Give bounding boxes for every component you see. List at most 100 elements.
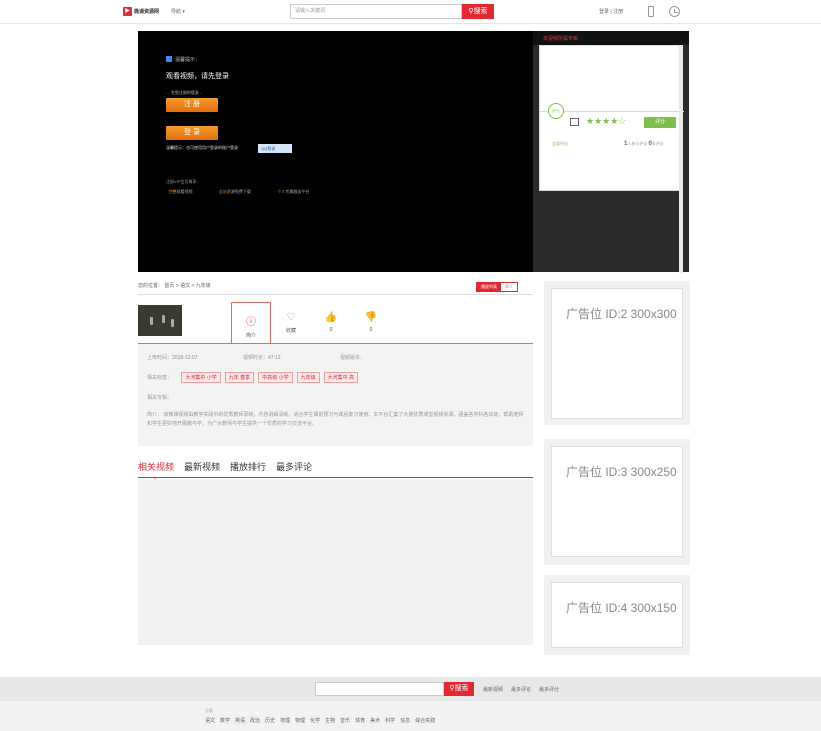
breadcrumb: 您的位置： 首页 > 语文 > 九年级 bbox=[138, 283, 211, 289]
top-bar: ▶ 微课资源网 导航 ▾ 请输入关键词 ⚲搜索 登录 | 注册 bbox=[0, 0, 821, 24]
footer-search-input[interactable] bbox=[315, 682, 444, 696]
switch-playlist[interactable]: 播放列表 bbox=[477, 283, 501, 291]
favorite-button[interactable]: ♡ 收藏 bbox=[271, 302, 311, 344]
dislike-button[interactable]: 👎 0 bbox=[351, 302, 391, 344]
meta-row: 视频时长：47:12 bbox=[243, 355, 281, 361]
playlist-panel: 本视频所属专辑 评分 ★★★★☆ 评分 全部评论 1人参与评论 0条评论 bbox=[533, 31, 689, 273]
ad-box[interactable]: 广告位 ID:2 300x300 bbox=[551, 288, 683, 419]
category-link[interactable]: 生物 bbox=[325, 717, 335, 724]
footer-search-button[interactable]: ⚲搜索 bbox=[444, 682, 474, 696]
info-icon bbox=[166, 56, 172, 62]
logo-text: 微课资源网 bbox=[134, 9, 160, 15]
rating-card: 评分 ★★★★☆ 评分 全部评论 1人参与评论 0条评论 bbox=[539, 45, 684, 191]
category-link[interactable]: 科学 bbox=[385, 717, 395, 724]
register-link[interactable]: 注册 bbox=[613, 9, 623, 15]
tag[interactable]: 九年级 bbox=[296, 372, 320, 383]
tab-latest[interactable]: 最新视频 bbox=[184, 458, 220, 477]
video-intro: 简介： 该微课视频由教学实践中的优秀教师录制，内容讲解清晰，适合学生课前预习与课… bbox=[147, 412, 524, 427]
mobile-icon[interactable] bbox=[648, 6, 654, 17]
tag[interactable]: 中高级 小学 bbox=[258, 372, 293, 383]
benefit-item: · 全站资源免费下载 bbox=[216, 189, 251, 194]
vip-benefits: · 完整观看视频 · 全站资源免费下载 · 个人专属服务平台 bbox=[166, 189, 309, 195]
register-button[interactable]: 注 册 bbox=[166, 98, 218, 112]
category-link[interactable]: 化学 bbox=[310, 717, 320, 724]
like-count: 0 bbox=[329, 327, 333, 333]
login-prompt-title: 观看视频，请先登录 bbox=[166, 73, 229, 80]
topic-row: 相关专辑： bbox=[147, 395, 173, 401]
login-tip: 温馨提示：也可使用用户登录的账户登录 bbox=[166, 145, 238, 150]
login-link[interactable]: 登录 bbox=[599, 9, 609, 15]
like-button[interactable]: 👍 0 bbox=[311, 302, 351, 344]
category-link[interactable]: 历史 bbox=[265, 717, 275, 724]
category-link[interactable]: 体育 bbox=[355, 717, 365, 724]
search-bar: 请输入关键词 ⚲搜索 bbox=[290, 4, 494, 19]
history-icon[interactable] bbox=[669, 6, 680, 17]
ad-slot: 广告位 ID:2 300x300 bbox=[544, 281, 690, 425]
duration: 47:12 bbox=[268, 355, 281, 361]
playlist-title: 本视频所属专辑 bbox=[543, 36, 579, 42]
qq-login-button[interactable]: QQ登录 bbox=[258, 144, 292, 153]
playlist-header: 本视频所属专辑 bbox=[533, 31, 689, 45]
video-player[interactable]: 温馨提示： 观看视频，请先登录 - - 先免注册的登录 - 注 册 登 录 温馨… bbox=[138, 31, 533, 272]
ad-label: 广告位 ID:2 300x300 bbox=[566, 307, 677, 321]
footer-search: ⚲搜索 bbox=[315, 682, 474, 696]
benefit-item: · 个人专属服务平台 bbox=[274, 189, 310, 194]
meta-row: 上传时间：2018-12-07 bbox=[147, 355, 198, 361]
ad-box[interactable]: 广告位 ID:3 300x250 bbox=[551, 446, 683, 557]
meta-row: 视频版本： bbox=[340, 355, 366, 361]
benefit-item: · 完整观看视频 bbox=[166, 189, 193, 194]
video-meta: 上传时间：2018-12-07 视频时长：47:12 视频版本： 相关标签： 大… bbox=[138, 344, 533, 446]
view-switch: 播放列表 简介 bbox=[476, 282, 518, 292]
rating-stars[interactable]: ★★★★☆ bbox=[586, 116, 626, 127]
category-link[interactable]: 信息 bbox=[400, 717, 410, 724]
category-link[interactable]: 语文 bbox=[205, 717, 215, 724]
vip-benefit-title: 注册VIP会员尊享： bbox=[166, 179, 201, 184]
tab-related[interactable]: 相关视频 bbox=[138, 458, 174, 481]
tab-ranking[interactable]: 播放排行 bbox=[230, 458, 266, 477]
upload-date: 2018-12-07 bbox=[172, 355, 198, 361]
tag[interactable]: 大河集中 高 bbox=[323, 372, 358, 383]
category-title: 分类 bbox=[205, 708, 213, 713]
video-thumbnail[interactable] bbox=[138, 305, 182, 336]
search-button[interactable]: ⚲搜索 bbox=[462, 4, 494, 19]
player-notice: 温馨提示： bbox=[175, 57, 201, 63]
ad-label: 广告位 ID:3 300x250 bbox=[566, 465, 677, 479]
favorite-label: 收藏 bbox=[285, 328, 296, 334]
category-link[interactable]: 综合实践 bbox=[415, 717, 435, 724]
footer-link[interactable]: 最多评论 bbox=[511, 686, 531, 693]
thumbs-up-icon: 👍 bbox=[324, 312, 338, 323]
login-button[interactable]: 登 录 bbox=[166, 126, 218, 140]
category-footer: 分类 语文 数学 英语 政治 历史 地理 物理 化学 生物 音乐 体育 美术 科… bbox=[0, 701, 821, 731]
ad-slot: 广告位 ID:4 300x150 bbox=[544, 575, 690, 655]
footer-bar: ⚲搜索 最新视频 最多评论 最多评分 bbox=[0, 677, 821, 701]
category-dropdown[interactable]: 导航 ▾ bbox=[171, 8, 185, 15]
thumbs-down-icon: 👎 bbox=[364, 312, 378, 323]
search-input[interactable]: 请输入关键词 bbox=[290, 4, 462, 19]
tab-comments[interactable]: 最多评论 bbox=[276, 458, 312, 477]
category-link[interactable]: 美术 bbox=[370, 717, 380, 724]
site-logo[interactable]: ▶ 微课资源网 bbox=[123, 6, 165, 17]
category-link[interactable]: 英语 bbox=[235, 717, 245, 724]
category-link[interactable]: 政治 bbox=[250, 717, 260, 724]
category-link[interactable]: 地理 bbox=[280, 717, 290, 724]
rate-button[interactable]: 评分 bbox=[644, 117, 676, 128]
tag[interactable]: 九年 春季 bbox=[224, 372, 255, 383]
footer-link[interactable]: 最多评分 bbox=[539, 686, 559, 693]
all-comments-link[interactable]: 全部评论 bbox=[552, 141, 568, 147]
category-link[interactable]: 音乐 bbox=[340, 717, 350, 724]
comment-stats: 1人参与评论 0条评论 bbox=[624, 141, 664, 147]
footer-link[interactable]: 最新视频 bbox=[483, 686, 503, 693]
ad-box[interactable]: 广告位 ID:4 300x150 bbox=[551, 582, 683, 648]
tags-row: 相关标签： 大河集中 小学 九年 春季 中高级 小学 九年级 大河集中 高 bbox=[147, 372, 362, 383]
login-prompt-sub: - - 先免注册的登录 - bbox=[166, 90, 202, 95]
playlist-scrollbar[interactable] bbox=[679, 45, 683, 273]
intro-label: 简介 bbox=[245, 333, 256, 339]
heart-icon: ♡ bbox=[286, 312, 296, 323]
tag[interactable]: 大河集中 小学 bbox=[181, 372, 221, 383]
category-link[interactable]: 物理 bbox=[295, 717, 305, 724]
intro-button[interactable]: ⓘ 简介 bbox=[231, 302, 271, 344]
category-link[interactable]: 数学 bbox=[220, 717, 230, 724]
category-list: 语文 数学 英语 政治 历史 地理 物理 化学 生物 音乐 体育 美术 科学 信… bbox=[205, 717, 435, 724]
related-tabs: 相关视频 最新视频 播放排行 最多评论 bbox=[138, 458, 533, 481]
switch-intro[interactable]: 简介 bbox=[501, 283, 517, 291]
